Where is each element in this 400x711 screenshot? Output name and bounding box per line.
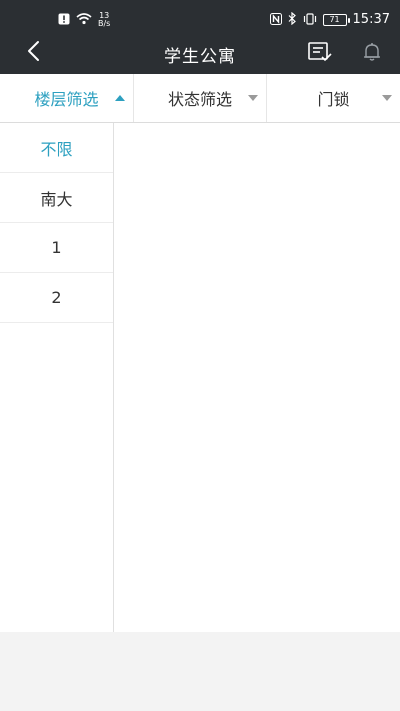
network-speed: 13 B/s: [98, 11, 111, 28]
page-title: 学生公寓: [164, 47, 236, 67]
vibrate-icon: [303, 10, 317, 29]
status-right: 71 15:37: [269, 10, 390, 29]
filter-lock[interactable]: 门锁: [267, 74, 400, 122]
wifi-icon: [76, 10, 92, 29]
alert-icon: [58, 10, 70, 29]
floor-item-1[interactable]: 1: [0, 223, 113, 273]
filter-dropdown-panel: 不限 南大 1 2: [0, 123, 400, 632]
network-speed-unit: B/s: [98, 18, 111, 28]
nfc-icon: [269, 10, 282, 29]
filter-bar: 楼层筛选 状态筛选 门锁: [0, 74, 400, 123]
caret-down-icon: [248, 95, 258, 101]
filter-floor-label: 楼层筛选: [34, 90, 99, 109]
bell-icon: [361, 41, 383, 67]
floor-item-2[interactable]: 2: [0, 273, 113, 323]
list-button[interactable]: [304, 40, 336, 68]
app-bar: 学生公寓: [0, 36, 400, 74]
list-check-icon: [307, 41, 333, 67]
floor-item-nanda[interactable]: 南大: [0, 173, 113, 223]
filter-floor[interactable]: 楼层筛选: [0, 74, 134, 122]
notification-button[interactable]: [356, 40, 388, 68]
floor-list: 不限 南大 1 2: [0, 123, 114, 632]
caret-down-icon: [382, 95, 392, 101]
floor-item-unlimited[interactable]: 不限: [0, 123, 113, 173]
app-header: 13 B/s 71 15:37 学生公寓: [0, 0, 400, 74]
filter-status[interactable]: 状态筛选: [134, 74, 267, 122]
filter-lock-label: 门锁: [317, 90, 350, 109]
bluetooth-icon: [288, 10, 297, 29]
status-time: 15:37: [352, 12, 390, 27]
caret-up-icon: [115, 95, 125, 101]
battery-icon: 71: [322, 13, 350, 26]
filter-status-label: 状态筛选: [167, 90, 232, 109]
status-bar: 13 B/s 71 15:37: [0, 0, 400, 36]
status-left: 13 B/s: [58, 10, 110, 29]
